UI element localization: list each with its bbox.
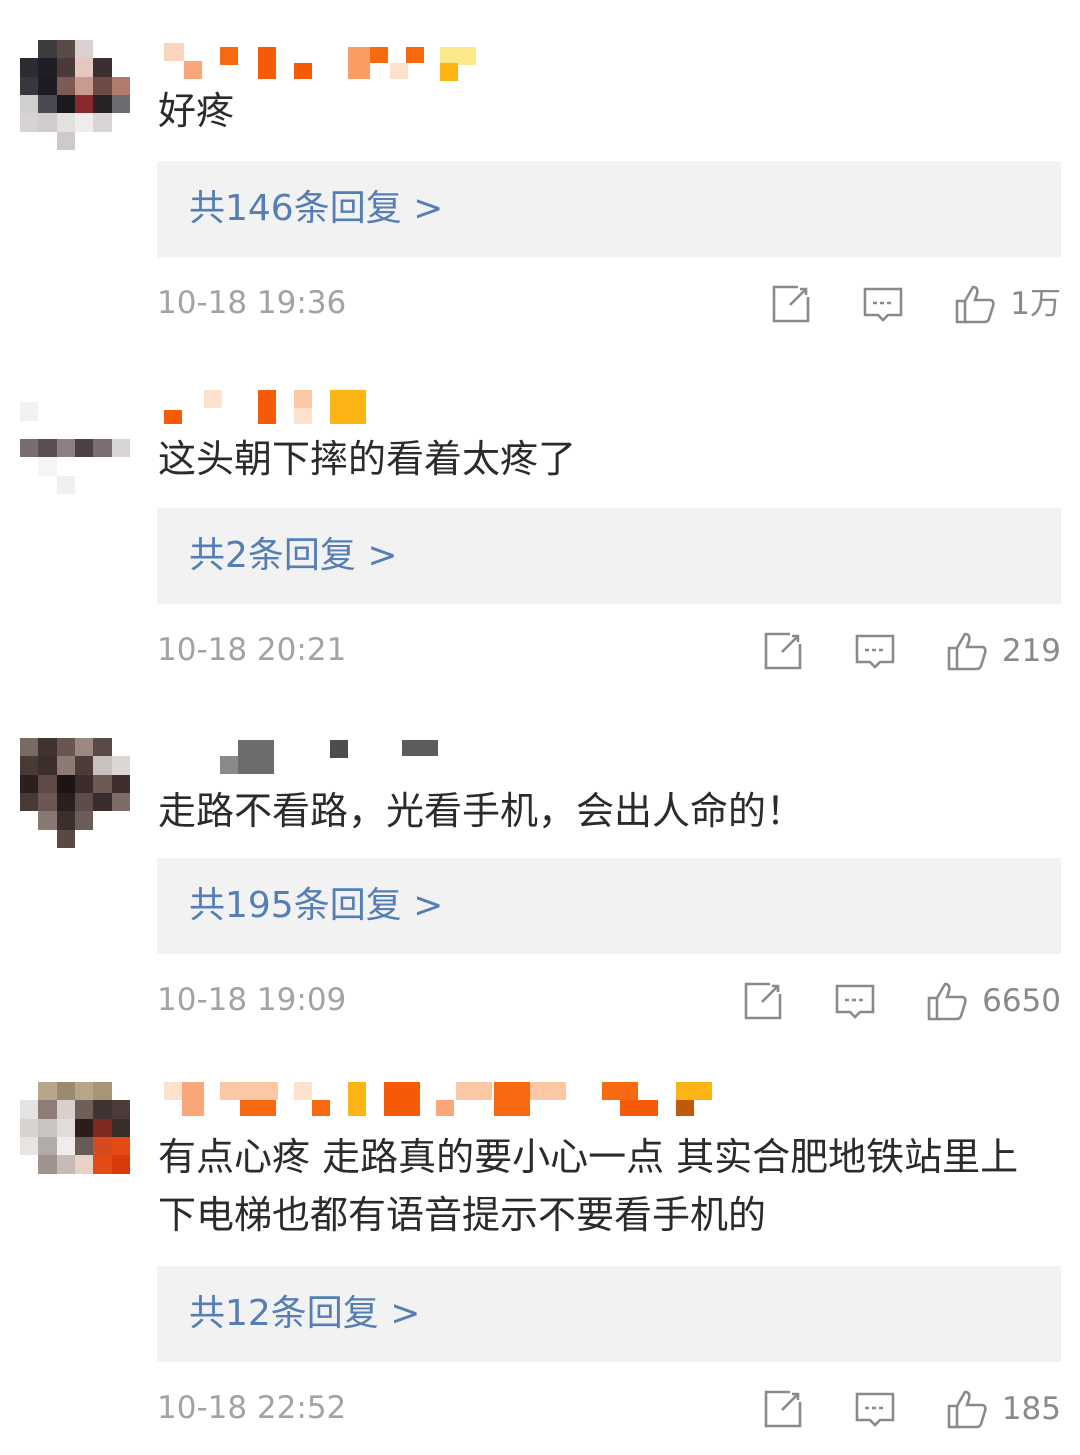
replies-label: 共2条回复 > (189, 535, 398, 576)
timestamp: 10-18 19:09 (157, 982, 347, 1018)
share-icon[interactable] (770, 283, 812, 325)
comment-item: 走路不看路，光看手机，会出人命的！ 共195条回复 > 10-18 19:09 … (0, 710, 1080, 1030)
comment-meta: 10-18 22:52 185 (157, 1384, 1061, 1434)
comment-item: 有点心疼 走路真的要小心一点 其实合肥地铁站里上下电梯也都有语音提示不要看手机的… (0, 1060, 1080, 1455)
like-count: 185 (1001, 1391, 1061, 1427)
replies-label: 共146条回复 > (189, 188, 444, 229)
comment-icon[interactable] (854, 630, 896, 672)
share-icon[interactable] (762, 1388, 804, 1430)
like-count: 1万 (1010, 286, 1061, 322)
action-bar: 219 (762, 626, 1061, 676)
comment-item: 这头朝下摔的看着太疼了 共2条回复 > 10-18 20:21 219 (0, 360, 1080, 680)
comment-meta: 10-18 20:21 219 (157, 626, 1061, 676)
like-count: 219 (1001, 633, 1061, 669)
comment-text: 这头朝下摔的看着太疼了 (158, 437, 577, 481)
avatar[interactable] (20, 40, 130, 150)
username-blurred[interactable] (160, 740, 780, 780)
like-icon[interactable] (946, 1388, 988, 1430)
like-icon[interactable] (946, 630, 988, 672)
like-icon[interactable] (954, 283, 996, 325)
comment-text: 有点心疼 走路真的要小心一点 其实合肥地铁站里上下电梯也都有语音提示不要看手机的 (158, 1135, 1019, 1237)
replies-button[interactable]: 共195条回复 > (157, 858, 1061, 954)
replies-label: 共195条回复 > (189, 885, 444, 926)
replies-button[interactable]: 共12条回复 > (157, 1266, 1061, 1362)
action-bar: 185 (762, 1384, 1061, 1434)
share-icon[interactable] (742, 980, 784, 1022)
avatar[interactable] (20, 738, 130, 848)
like-icon[interactable] (926, 980, 968, 1022)
username-blurred[interactable] (160, 43, 780, 83)
comment-meta: 10-18 19:09 6650 (157, 976, 1061, 1026)
replies-label: 共12条回复 > (189, 1293, 421, 1334)
comment-meta: 10-18 19:36 1万 (157, 279, 1061, 329)
username-blurred[interactable] (160, 388, 780, 428)
comment-icon[interactable] (834, 980, 876, 1022)
timestamp: 10-18 20:21 (157, 632, 347, 668)
timestamp: 10-18 22:52 (157, 1390, 347, 1426)
comment-icon[interactable] (862, 283, 904, 325)
comment-item: 好疼 共146条回复 > 10-18 19:36 1万 (0, 0, 1080, 340)
avatar[interactable] (20, 384, 130, 494)
action-bar: 1万 (770, 279, 1061, 329)
replies-button[interactable]: 共146条回复 > (157, 161, 1061, 257)
like-count: 6650 (982, 983, 1061, 1019)
replies-button[interactable]: 共2条回复 > (157, 508, 1061, 604)
action-bar: 6650 (742, 976, 1061, 1026)
avatar[interactable] (20, 1082, 130, 1192)
comment-text: 好疼 (158, 89, 235, 133)
share-icon[interactable] (762, 630, 804, 672)
username-blurred[interactable] (160, 1082, 780, 1122)
timestamp: 10-18 19:36 (157, 285, 347, 321)
comment-icon[interactable] (854, 1388, 896, 1430)
comment-text: 走路不看路，光看手机，会出人命的！ (158, 789, 805, 833)
